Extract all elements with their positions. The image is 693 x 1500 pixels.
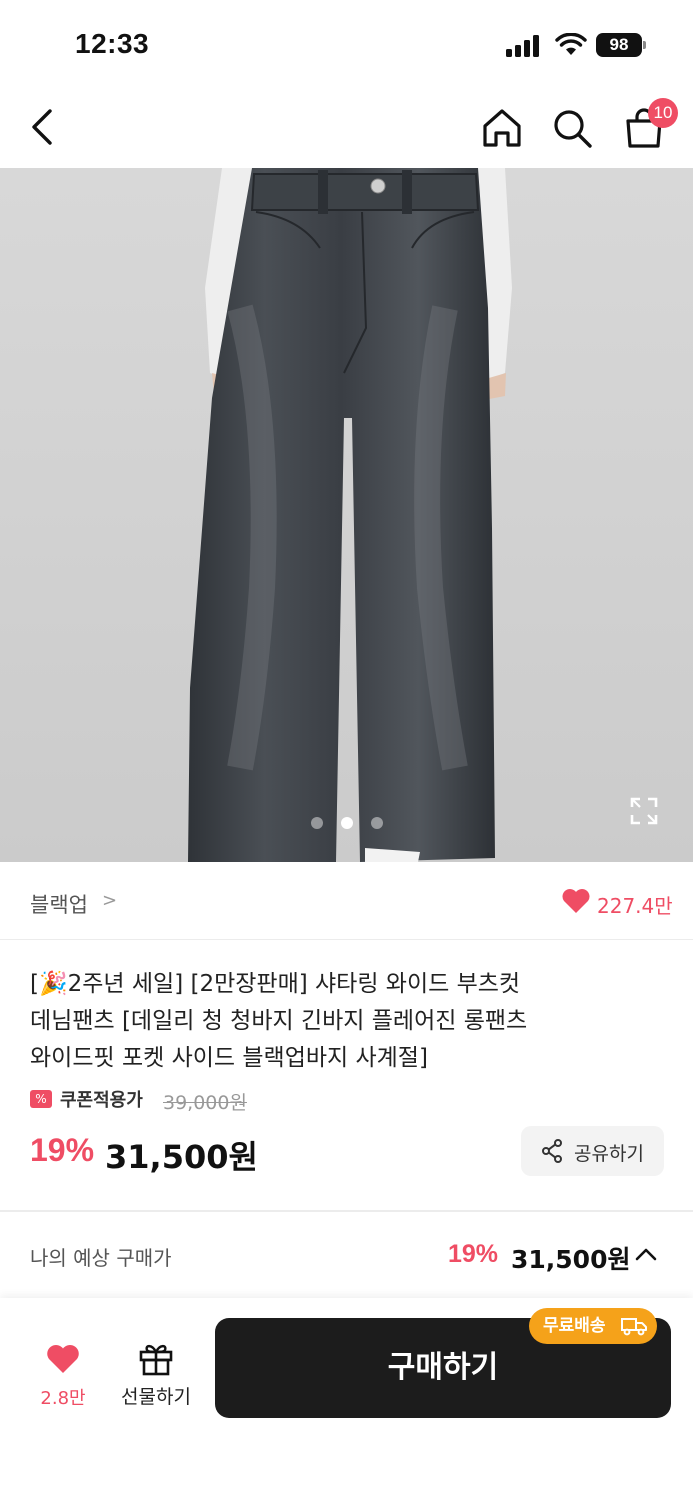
heart-icon[interactable] bbox=[561, 888, 591, 914]
truck-icon bbox=[621, 1318, 647, 1336]
share-button[interactable]: 공유하기 bbox=[521, 1126, 664, 1176]
title-line: [🎉2주년 세일] [2만장판매] 샤타링 와이드 부츠컷 bbox=[30, 971, 521, 997]
carousel-dots bbox=[0, 814, 693, 829]
expected-price-row[interactable]: 나의 예상 구매가 19% 31,500원 bbox=[0, 1212, 693, 1300]
discount-rate: 19% bbox=[30, 1132, 95, 1168]
carousel-dot[interactable] bbox=[310, 817, 323, 829]
like-count: 227.4만 bbox=[597, 894, 673, 918]
gift-button[interactable]: 선물하기 bbox=[112, 1338, 200, 1408]
brand-row[interactable]: 블랙업 > 227.4만 bbox=[0, 862, 693, 940]
heart-icon bbox=[47, 1345, 79, 1373]
wishlist-button[interactable]: 2.8만 bbox=[30, 1338, 96, 1409]
product-image[interactable] bbox=[0, 168, 693, 862]
original-price: 39,000원 bbox=[163, 1092, 247, 1114]
nav-bar bbox=[0, 90, 693, 168]
search-icon[interactable] bbox=[550, 106, 594, 150]
product-photo bbox=[0, 168, 693, 862]
expected-price: 31,500원 bbox=[511, 1245, 631, 1274]
wifi-icon bbox=[555, 33, 587, 55]
signal-icon bbox=[506, 35, 542, 57]
status-bar: 12:33 98 bbox=[0, 0, 693, 90]
expected-price-label: 나의 예상 구매가 bbox=[30, 1246, 172, 1270]
title-line: 와이드핏 포켓 사이드 블랙업바지 사계절] bbox=[30, 1045, 428, 1071]
free-shipping-badge: 무료배송 bbox=[529, 1308, 657, 1344]
free-shipping-label: 무료배송 bbox=[543, 1316, 606, 1336]
expected-discount: 19% bbox=[448, 1240, 499, 1268]
gift-label: 선물하기 bbox=[121, 1386, 191, 1408]
battery-icon: 98 bbox=[596, 33, 646, 57]
share-label: 공유하기 bbox=[574, 1143, 644, 1165]
battery-level: 98 bbox=[596, 33, 642, 57]
title-line: 데님팬츠 [데일리 청 청바지 긴바지 플레어진 롱팬츠 bbox=[30, 1008, 528, 1034]
chevron-up-icon[interactable] bbox=[634, 1246, 658, 1262]
home-icon[interactable] bbox=[480, 106, 524, 150]
status-time: 12:33 bbox=[75, 28, 150, 59]
coupon-icon: % bbox=[30, 1090, 52, 1108]
coupon-label: 쿠폰적용가 bbox=[60, 1090, 143, 1111]
back-icon[interactable] bbox=[22, 102, 62, 152]
carousel-dot-active[interactable] bbox=[340, 817, 353, 829]
share-icon bbox=[542, 1139, 562, 1163]
wishlist-count: 2.8만 bbox=[40, 1388, 86, 1409]
cart-count-badge: 10 bbox=[648, 98, 678, 128]
product-title: [🎉2주년 세일] [2만장판매] 샤타링 와이드 부츠컷 데님팬츠 [데일리 … bbox=[30, 966, 630, 1077]
brand-name[interactable]: 블랙업 bbox=[30, 889, 88, 919]
sale-price: 31,500원 bbox=[105, 1138, 258, 1176]
gift-icon bbox=[139, 1344, 173, 1376]
carousel-dot[interactable] bbox=[370, 817, 383, 829]
chevron-right-icon: > bbox=[102, 890, 118, 911]
